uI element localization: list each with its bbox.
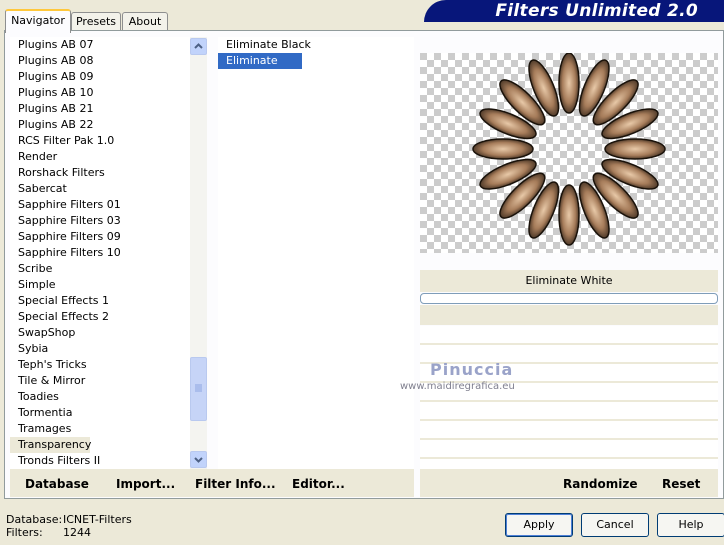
category-item[interactable]: Tronds Filters II — [10, 453, 190, 469]
tab-presets-label: Presets — [75, 15, 117, 28]
category-item[interactable]: Tormentia — [10, 405, 190, 421]
filter-item[interactable]: Eliminate White — [218, 53, 302, 83]
category-item[interactable]: Teph's Tricks — [10, 357, 190, 373]
scroll-thumb[interactable] — [190, 357, 207, 421]
grip-icon — [195, 384, 202, 392]
flower-petal — [558, 52, 580, 114]
category-item[interactable]: Sapphire Filters 01 — [10, 197, 190, 213]
category-item[interactable]: Toadies — [10, 389, 190, 405]
chevron-down-icon — [194, 457, 203, 463]
category-item[interactable]: Plugins AB 07 — [10, 37, 190, 53]
category-item[interactable]: Plugins AB 22 — [10, 117, 190, 133]
editor-button[interactable]: Editor... — [292, 477, 345, 491]
parameter-header — [420, 305, 718, 325]
scroll-up-button[interactable] — [190, 38, 207, 55]
category-item[interactable]: Plugins AB 21 — [10, 101, 190, 117]
filters-label: Filters: — [6, 526, 43, 539]
parameter-row — [420, 440, 718, 459]
category-item[interactable]: Render — [10, 149, 190, 165]
tab-navigator[interactable]: Navigator — [5, 9, 71, 33]
category-item[interactable]: SwapShop — [10, 325, 190, 341]
filter-list[interactable]: Eliminate Black Eliminate White — [218, 37, 414, 469]
database-label: Database: — [6, 513, 63, 526]
flower-petal — [472, 138, 534, 160]
tab-about[interactable]: About — [122, 12, 168, 31]
title-banner: Filters Unlimited 2.0 — [424, 0, 724, 22]
filters-status: Filters: 1244 — [6, 526, 91, 539]
category-item[interactable]: Rorshack Filters — [10, 165, 190, 181]
parameter-row — [420, 402, 718, 421]
parameter-row — [420, 326, 718, 345]
category-scrollbar[interactable] — [190, 37, 207, 469]
database-value: ICNET-Filters — [63, 513, 132, 526]
category-item[interactable]: Tramages — [10, 421, 190, 437]
chevron-up-icon — [194, 43, 203, 49]
category-item[interactable]: Sapphire Filters 09 — [10, 229, 190, 245]
category-item[interactable]: Scribe — [10, 261, 190, 277]
tab-presets[interactable]: Presets — [71, 12, 121, 31]
filter-info-button[interactable]: Filter Info... — [195, 477, 276, 491]
category-item[interactable]: Sapphire Filters 03 — [10, 213, 190, 229]
database-status: Database: ICNET-Filters — [6, 513, 132, 526]
reset-button[interactable]: Reset — [662, 477, 700, 491]
flower-petal — [558, 184, 580, 246]
watermark-url: www.maidiregrafica.eu — [400, 381, 515, 392]
category-item[interactable]: Special Effects 1 — [10, 293, 190, 309]
category-item[interactable]: RCS Filter Pak 1.0 — [10, 133, 190, 149]
cancel-button[interactable]: Cancel — [581, 513, 649, 537]
progress-bar — [420, 293, 718, 304]
flower-petal — [604, 138, 666, 160]
tab-navigator-label: Navigator — [11, 14, 65, 27]
category-item[interactable]: Plugins AB 09 — [10, 69, 190, 85]
category-item[interactable]: Special Effects 2 — [10, 309, 190, 325]
parameter-row — [420, 421, 718, 440]
preview-button-bar: Randomize Reset — [420, 469, 718, 497]
filter-item[interactable]: Eliminate Black — [218, 37, 414, 53]
preview-image — [420, 52, 718, 253]
tab-about-label: About — [128, 15, 162, 28]
filters-value: 1244 — [63, 526, 91, 539]
navigator-button-bar: Database Import... Filter Info... Editor… — [10, 469, 414, 497]
category-item[interactable]: Plugins AB 08 — [10, 53, 190, 69]
category-item[interactable]: Tile & Mirror — [10, 373, 190, 389]
category-list[interactable]: Plugins AB 07 Plugins AB 08 Plugins AB 09 P… — [10, 37, 190, 469]
category-item[interactable]: Sapphire Filters 10 — [10, 245, 190, 261]
category-item[interactable]: Simple — [10, 277, 190, 293]
scroll-down-button[interactable] — [190, 451, 207, 468]
category-item[interactable]: Sabercat — [10, 181, 190, 197]
category-item[interactable]: Transparency — [10, 437, 91, 453]
database-button[interactable]: Database — [25, 477, 89, 491]
current-filter-name: Eliminate White — [420, 270, 718, 292]
category-item[interactable]: Plugins AB 10 — [10, 85, 190, 101]
randomize-button[interactable]: Randomize — [563, 477, 637, 491]
parameter-area — [420, 326, 718, 478]
category-item[interactable]: Sybia — [10, 341, 190, 357]
import-button[interactable]: Import... — [116, 477, 175, 491]
watermark-name: Pinuccia — [430, 360, 514, 379]
apply-button[interactable]: Apply — [505, 513, 573, 537]
flower-preview-icon — [420, 52, 718, 253]
help-button[interactable]: Help — [657, 513, 724, 537]
app-title: Filters Unlimited 2.0 — [495, 1, 698, 21]
